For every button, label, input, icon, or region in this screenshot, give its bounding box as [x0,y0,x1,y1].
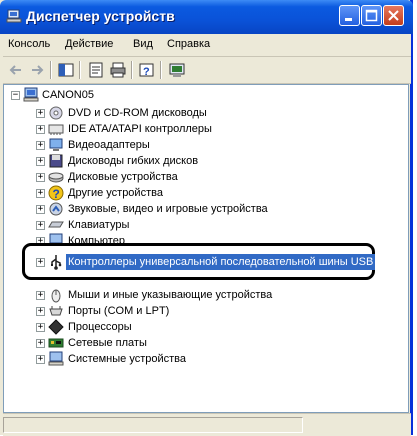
window-title: Диспетчер устройств [26,8,175,24]
usb-controllers-label: Контроллеры универсальной последовательн… [66,254,376,270]
device-manager-icon [6,9,22,23]
disk-drive-icon [48,172,64,183]
close-button[interactable] [383,5,404,26]
expand-icon[interactable]: + [36,291,45,300]
expand-icon[interactable]: + [36,141,45,150]
tree-root-label: CANON05 [42,89,94,101]
tree-item-label: Звуковые, видео и игровые устройства [68,203,268,215]
tree-item-label: Видеоадаптеры [68,139,150,151]
status-cell [3,417,303,433]
cdrom-icon [49,106,63,120]
expand-icon[interactable]: + [36,339,45,348]
print-icon[interactable] [109,61,127,79]
ide-controller-icon [48,124,64,135]
svg-text:?: ? [53,187,60,201]
expand-icon[interactable]: + [36,125,45,134]
tree-item-label: Мыши и иные указывающие устройства [68,289,273,301]
status-bar [3,413,411,436]
toolbar-separator [79,61,81,79]
display-adapter-icon [49,138,63,151]
sound-device-icon [49,202,63,216]
maximize-icon [365,9,378,22]
device-tree[interactable]: − CANON05 + DVD и CD-ROM дисководы + IDE… [3,84,409,413]
toolbar: ? [3,57,411,84]
svg-text:?: ? [143,66,150,78]
forward-arrow-icon[interactable] [28,61,46,79]
back-arrow-icon[interactable] [7,61,25,79]
system-device-icon [48,351,64,366]
menu-help[interactable]: Справка [167,38,210,50]
close-icon [388,10,399,21]
expand-icon[interactable]: + [36,258,45,267]
toolbar-separator [131,61,133,79]
tree-item-label: Клавиатуры [68,219,130,231]
expand-icon[interactable]: + [36,221,45,230]
title-bar[interactable]: Диспетчер устройств [0,0,413,34]
expand-icon[interactable]: + [36,355,45,364]
tree-item-label: Сетевые платы [68,337,147,349]
tree-item-label: Системные устройства [68,353,187,365]
processor-icon [48,319,64,335]
keyboard-icon [48,221,64,228]
expand-icon[interactable]: + [36,189,45,198]
mouse-icon [51,289,61,303]
device-manager-window: Диспетчер устройств Консоль Действие Вид… [0,0,413,436]
expand-icon[interactable]: + [36,307,45,316]
tree-item-label: Другие устройства [68,187,163,199]
help-icon[interactable]: ? [138,61,156,79]
menu-action[interactable]: Действие [65,38,113,50]
minimize-icon [345,18,352,21]
expand-icon[interactable]: + [36,323,45,332]
computer-icon [23,87,39,102]
tree-item-label: IDE ATA/ATAPI контроллеры [68,123,212,135]
expand-icon[interactable]: + [36,157,45,166]
tree-item-label: Дисковые устройства [68,171,178,183]
tree-item-label: Порты (COM и LPT) [68,305,170,317]
expand-icon[interactable]: + [36,173,45,182]
expand-icon[interactable]: + [36,109,45,118]
network-card-icon [48,338,64,348]
properties-icon[interactable] [87,61,105,79]
expand-icon[interactable]: + [36,205,45,214]
usb-icon [51,255,62,270]
tree-item-label: Дисководы гибких дисков [68,155,199,167]
partially-hidden-row [68,271,71,287]
menu-bar: Консоль Действие Вид Справка [3,34,411,57]
maximize-button[interactable] [361,5,382,26]
minimize-button[interactable] [339,5,360,26]
toolbar-separator [160,61,162,79]
tree-item-label: Процессоры [68,321,132,333]
unknown-device-icon: ? [48,185,64,201]
menu-view[interactable]: Вид [133,38,153,50]
floppy-drive-icon [49,154,63,168]
port-icon [49,306,63,316]
tree-item-label: DVD и CD-ROM дисководы [68,107,207,119]
scan-hardware-icon[interactable] [168,61,186,79]
toolbar-separator [50,61,52,79]
menu-console[interactable]: Консоль [8,38,50,50]
console-tree-icon[interactable] [57,61,75,79]
collapse-icon[interactable]: − [11,91,20,100]
